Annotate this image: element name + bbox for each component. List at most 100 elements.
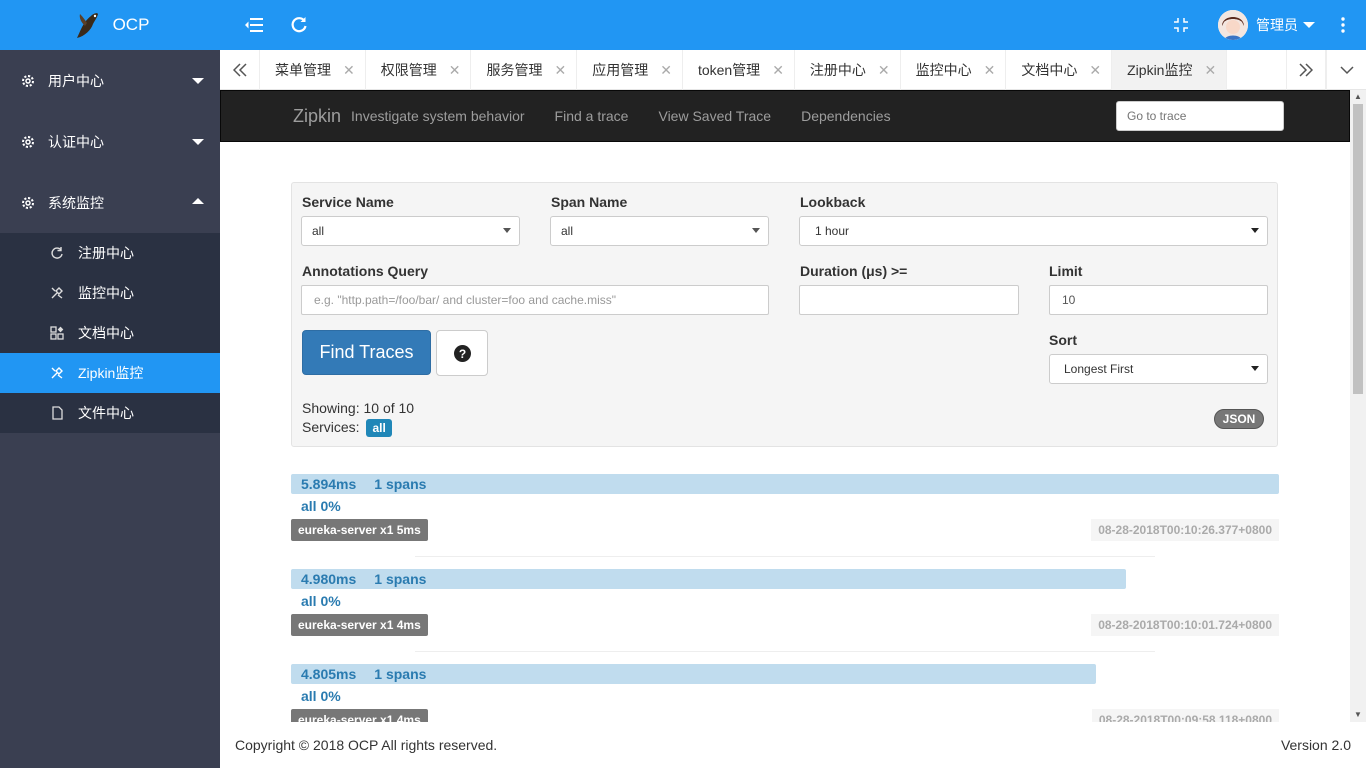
sidebar-item-files[interactable]: 文件中心 [0,393,220,433]
fullscreen-button[interactable] [1169,13,1193,37]
version-text: Version 2.0 [1280,737,1351,753]
service-name-select[interactable]: all [301,216,520,246]
close-icon[interactable]: ✕ [1089,62,1101,79]
sidebar-group-user-center[interactable]: 用户中心 [0,50,220,111]
annotations-query-input[interactable] [301,285,769,315]
caret-up-icon [192,198,204,204]
service-name-label: Service Name [302,194,394,210]
close-icon[interactable]: ✕ [449,62,461,79]
trace-row[interactable]: 5.894ms 1 spans all 0% eureka-server x1 … [291,474,1279,569]
lookback-select[interactable]: 1 hour [799,216,1268,246]
close-icon[interactable]: ✕ [878,62,890,79]
nav-view-saved-trace[interactable]: View Saved Trace [658,108,771,124]
gear-icon [22,135,34,148]
search-panel: Service Name all Span Name all Lookback … [291,182,1278,447]
tab-service-management[interactable]: 服务管理 ✕ [471,50,578,90]
sidebar-item-label: 文件中心 [78,405,134,421]
zipkin-brand[interactable]: Zipkin [293,106,341,127]
sidebar-group-auth-center[interactable]: 认证中心 [0,111,220,172]
service-name-value: all [312,224,325,238]
gear-icon [22,196,34,209]
trace-timestamp: 08-28-2018T00:10:26.377+0800 [1091,519,1279,541]
sort-select[interactable]: Longest First [1049,354,1268,384]
more-button[interactable] [1331,13,1355,37]
trace-span-count: 1 spans [374,666,427,682]
span-name-select[interactable]: all [550,216,769,246]
close-icon[interactable]: ✕ [984,62,996,79]
frame-scrollbar[interactable]: ▲ ▼ [1350,90,1366,722]
services-row: Services: all [302,419,392,437]
limit-input[interactable] [1049,285,1268,315]
tab-permission-management[interactable]: 权限管理 ✕ [366,50,472,90]
close-icon[interactable]: ✕ [1204,62,1216,79]
sidebar-item-label: 注册中心 [78,245,134,261]
logo[interactable]: OCP [0,0,220,50]
tab-docs[interactable]: 文档中心 ✕ [1006,50,1113,90]
trace-row[interactable]: 4.980ms 1 spans all 0% eureka-server x1 … [291,569,1279,664]
username: 管理员 [1256,17,1298,33]
close-icon[interactable]: ✕ [660,62,672,79]
tab-label: token管理 [697,62,761,78]
trace-duration-bar[interactable]: 4.805ms 1 spans [291,664,1096,684]
sidebar-submenu: 注册中心 监控中心 文档中心 Zipkin监控 文件中心 [0,233,220,433]
refresh-button[interactable] [287,13,311,37]
scroll-down-icon[interactable]: ▼ [1354,710,1362,719]
trace-timestamp: 08-28-2018T00:10:01.724+0800 [1091,614,1279,636]
tab-scroll-left-button[interactable] [220,50,260,90]
sidebar-item-registry[interactable]: 注册中心 [0,233,220,273]
json-button[interactable]: JSON [1214,409,1264,429]
user-menu[interactable]: 管理员 [1218,9,1315,41]
tab-menu-management[interactable]: 菜单管理 ✕ [260,50,366,90]
tools-icon [51,367,63,379]
tab-label: 文档中心 [1021,62,1078,78]
chevron-down-icon [1339,66,1354,75]
trace-duration-bar[interactable]: 4.980ms 1 spans [291,569,1126,589]
service-filter-badge[interactable]: all [366,419,392,437]
close-icon[interactable]: ✕ [343,62,355,79]
find-traces-button[interactable]: Find Traces [302,330,431,375]
nav-find-trace[interactable]: Find a trace [555,108,629,124]
nav-dependencies[interactable]: Dependencies [801,108,891,124]
showing-count: Showing: 10 of 10 [302,400,415,416]
tab-monitor[interactable]: 监控中心 ✕ [901,50,1007,90]
trace-span-count: 1 spans [374,571,427,587]
trace-row[interactable]: 4.805ms 1 spans all 0% eureka-server x1 … [291,664,1279,722]
help-button[interactable]: ? [436,330,488,376]
logo-bird-icon [76,13,98,38]
caret-down-icon [1251,366,1259,371]
tab-label: 服务管理 [486,62,543,78]
go-to-trace-input[interactable] [1116,101,1284,131]
trace-percent: all 0% [301,593,341,609]
lookback-value: 1 hour [815,224,850,238]
sidebar-item-monitor[interactable]: 监控中心 [0,273,220,313]
trace-duration-bar[interactable]: 5.894ms 1 spans [291,474,1279,494]
tab-dropdown-button[interactable] [1326,50,1366,90]
fullscreen-exit-icon [1174,18,1188,32]
sidebar-item-docs[interactable]: 文档中心 [0,313,220,353]
caret-down-icon [1251,228,1259,233]
trace-duration: 5.894ms [301,476,357,492]
tabs: 菜单管理 ✕ 权限管理 ✕ 服务管理 ✕ 应用管理 ✕ token管理 ✕ 注册中心 ✕ 监… [260,50,1228,90]
close-icon[interactable]: ✕ [554,62,566,79]
tab-app-management[interactable]: 应用管理 ✕ [577,50,683,90]
span-name-label: Span Name [551,194,628,210]
sidebar-item-label: Zipkin监控 [78,365,144,381]
caret-down-icon [1303,22,1315,28]
duration-input[interactable] [799,285,1019,315]
tab-registry[interactable]: 注册中心 ✕ [795,50,901,90]
double-chevron-left-icon [232,63,247,77]
tab-zipkin[interactable]: Zipkin监控 ✕ [1112,50,1228,90]
tab-scroll-right-button[interactable] [1286,50,1326,90]
apps-icon [50,326,64,340]
sidebar-group-system-monitor[interactable]: 系统监控 [0,172,220,233]
trace-service-badge: eureka-server x1 4ms [291,614,428,636]
tab-label: 菜单管理 [275,62,331,78]
sort-label: Sort [1049,332,1077,348]
close-icon[interactable]: ✕ [772,62,784,79]
scrollbar-thumb[interactable] [1353,104,1363,394]
scroll-up-icon[interactable]: ▲ [1354,92,1362,101]
tab-token-management[interactable]: token管理 ✕ [683,50,795,90]
sidebar-item-zipkin[interactable]: Zipkin监控 [0,353,220,393]
trace-service-badge: eureka-server x1 5ms [291,519,428,541]
menu-toggle-button[interactable] [242,13,266,37]
